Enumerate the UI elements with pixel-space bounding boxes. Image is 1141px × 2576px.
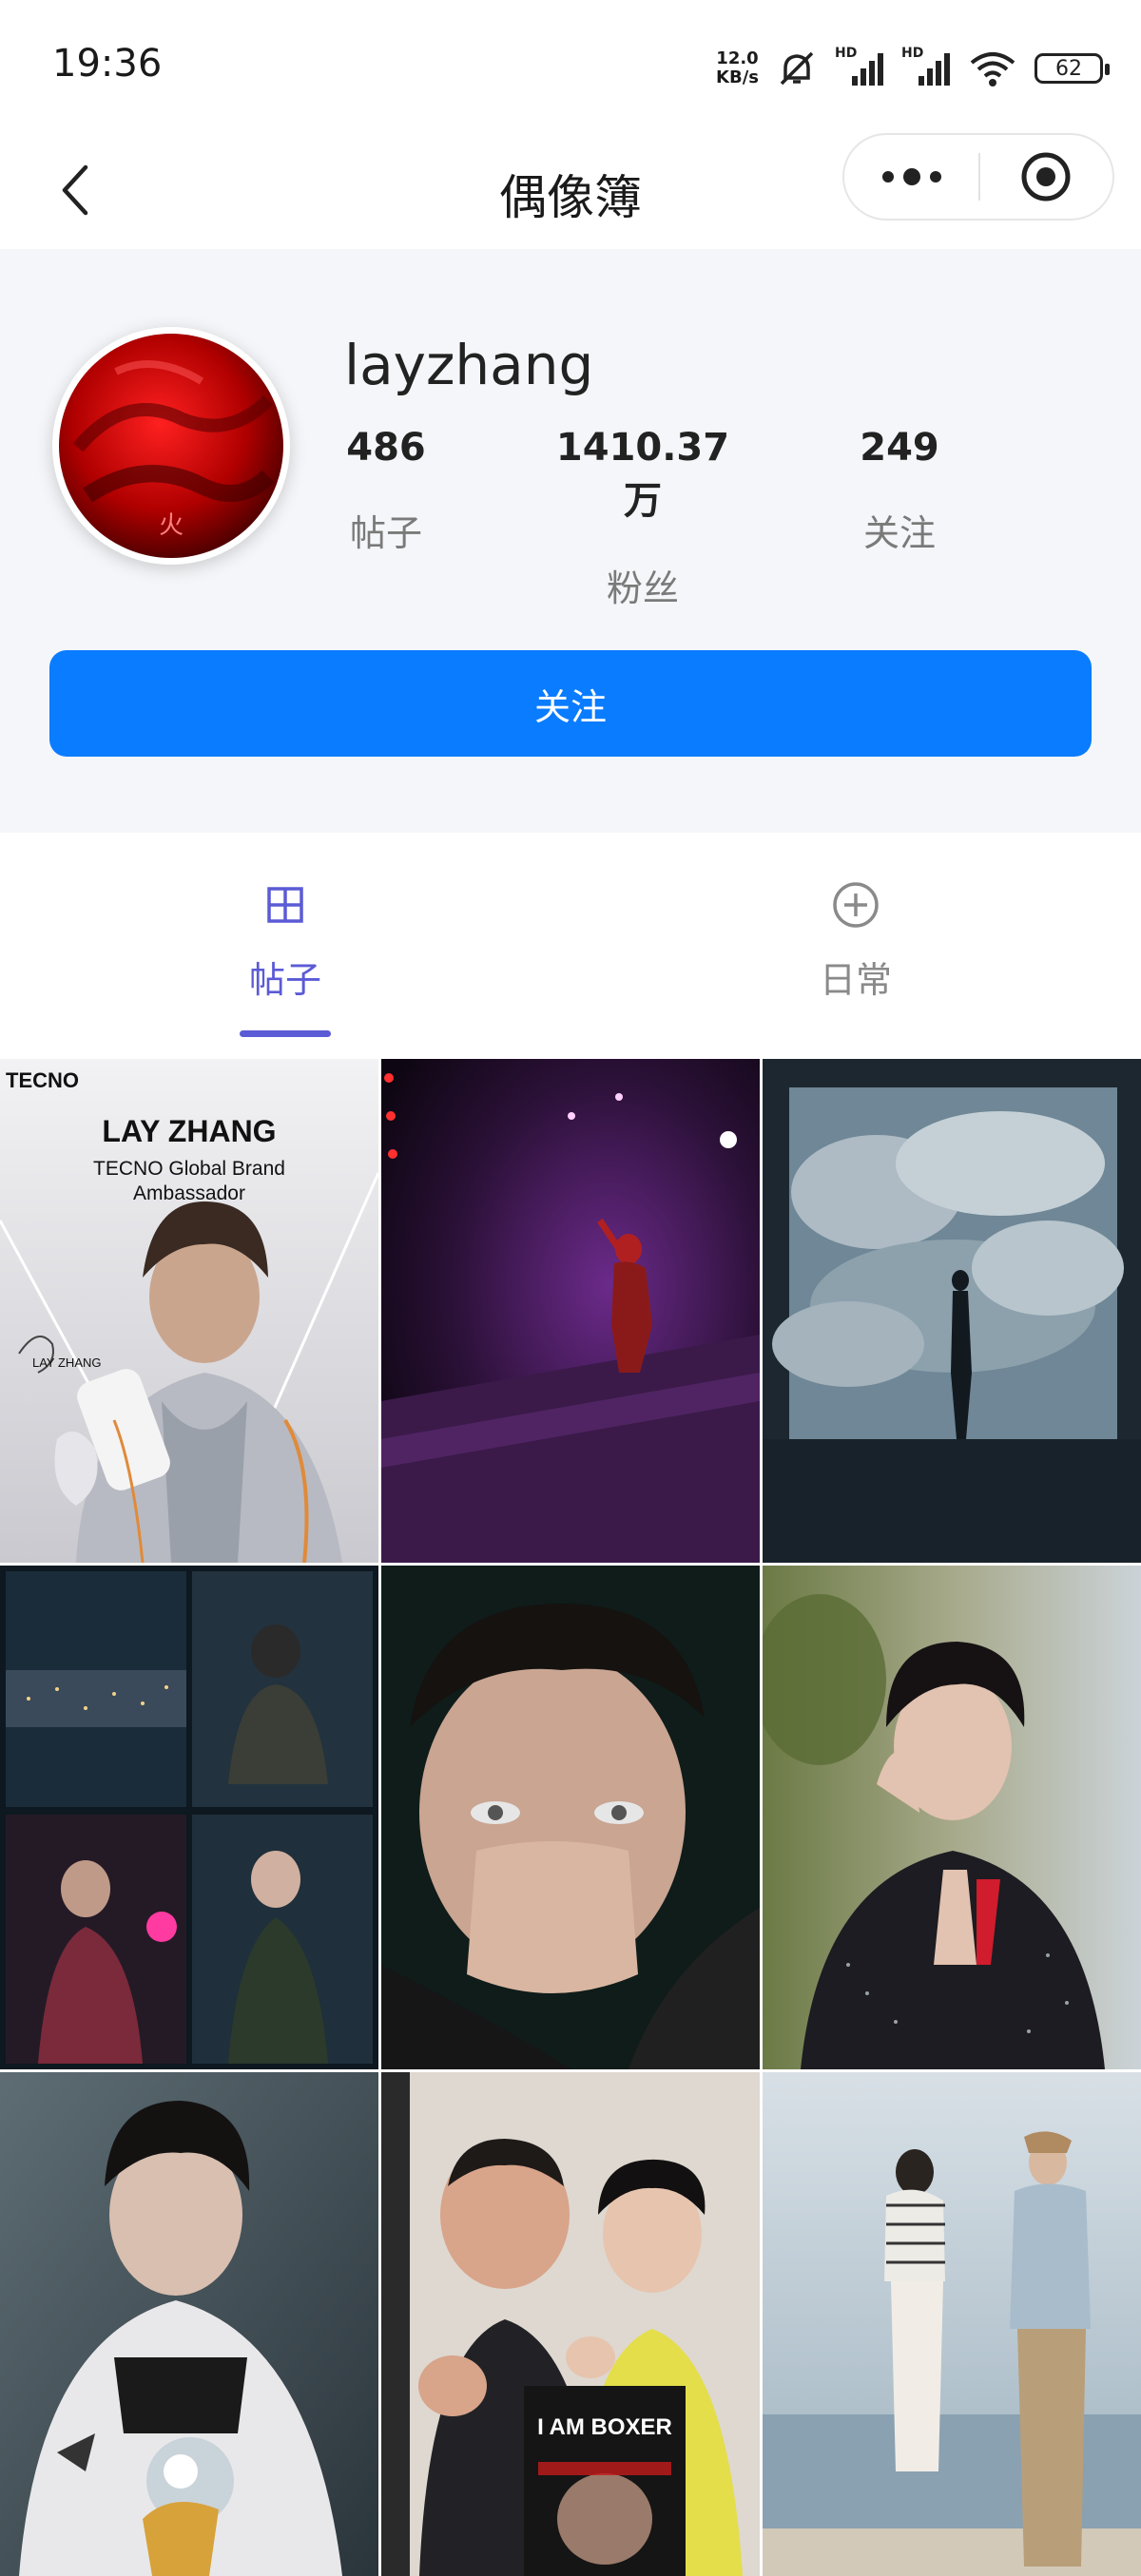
tab-label: 帖子	[248, 959, 321, 1001]
stat-fans[interactable]: 1410.37万 粉丝	[548, 426, 738, 611]
status-time: 19:36	[52, 42, 163, 86]
tab-label: 日常	[819, 959, 892, 1001]
cell-signal-icon	[919, 53, 950, 86]
post-thumbnail[interactable]	[763, 2072, 1141, 2576]
post-title: LAY ZHANG	[102, 1114, 277, 1148]
profile-header: 火 layzhang 486 帖子 1410.37万 粉丝 249 关注 关注	[0, 249, 1141, 833]
miniapp-capsule	[842, 133, 1114, 221]
stat-label: 关注	[862, 512, 936, 554]
post-subtitle: Ambassador	[133, 1182, 245, 1204]
username: layzhang	[344, 333, 594, 397]
more-dots-icon	[881, 168, 941, 185]
stat-value: 486	[346, 426, 426, 470]
stat-posts[interactable]: 486 帖子	[291, 426, 481, 556]
status-icons: 12.0 KB/s HD HD 62	[716, 42, 1110, 95]
plus-circle-icon	[833, 882, 879, 928]
stat-following[interactable]: 249 关注	[804, 426, 995, 556]
more-button[interactable]	[844, 135, 978, 219]
post-thumbnail[interactable]	[763, 1059, 1141, 1563]
post-thumbnail[interactable]	[381, 1059, 760, 1563]
post-thumbnail[interactable]	[763, 1566, 1141, 2069]
battery-indicator: 62	[1035, 53, 1110, 84]
signal-1: HD	[835, 46, 884, 89]
active-tab-indicator	[240, 1030, 331, 1037]
tab-daily[interactable]: 日常	[713, 880, 998, 1003]
poster-title: I AM BOXER	[537, 2414, 672, 2440]
signal-2: HD	[901, 46, 951, 89]
follow-button[interactable]: 关注	[49, 650, 1092, 757]
grid-icon	[267, 887, 303, 923]
stat-label: 粉丝	[606, 567, 679, 609]
post-thumbnail[interactable]: TECNO LAY ZHANG TECNO Global Brand Ambas…	[0, 1059, 378, 1563]
nav-bar: 偶像簿	[0, 133, 1141, 247]
tab-bar: 帖子 日常	[0, 833, 1141, 1059]
mute-bell-icon	[780, 51, 814, 86]
post-thumbnail[interactable]	[0, 2072, 378, 2576]
post-brand: TECNO	[6, 1068, 79, 1092]
stat-label: 帖子	[349, 512, 422, 554]
post-thumbnail[interactable]	[0, 1566, 378, 2069]
close-miniapp-button[interactable]	[980, 135, 1112, 219]
post-subtitle: TECNO Global Brand	[93, 1158, 285, 1180]
stat-value: 249	[860, 426, 939, 470]
tab-posts[interactable]: 帖子	[143, 880, 428, 1003]
posts-grid: TECNO LAY ZHANG TECNO Global Brand Ambas…	[0, 1059, 1141, 2576]
post-signature: LAY ZHANG	[32, 1355, 102, 1370]
cell-signal-icon	[852, 53, 883, 86]
post-thumbnail[interactable]: I AM BOXER	[381, 2072, 760, 2576]
net-speed: 12.0 KB/s	[716, 48, 759, 87]
stat-value: 1410.37万	[555, 426, 730, 523]
target-close-icon	[1021, 152, 1071, 202]
post-thumbnail[interactable]	[381, 1566, 760, 2069]
wifi-icon	[970, 52, 1015, 87]
avatar-image: 火	[59, 334, 283, 558]
status-bar: 19:36 12.0 KB/s HD HD 62	[0, 0, 1141, 133]
svg-text:火: 火	[159, 511, 184, 540]
avatar[interactable]: 火	[52, 327, 290, 565]
